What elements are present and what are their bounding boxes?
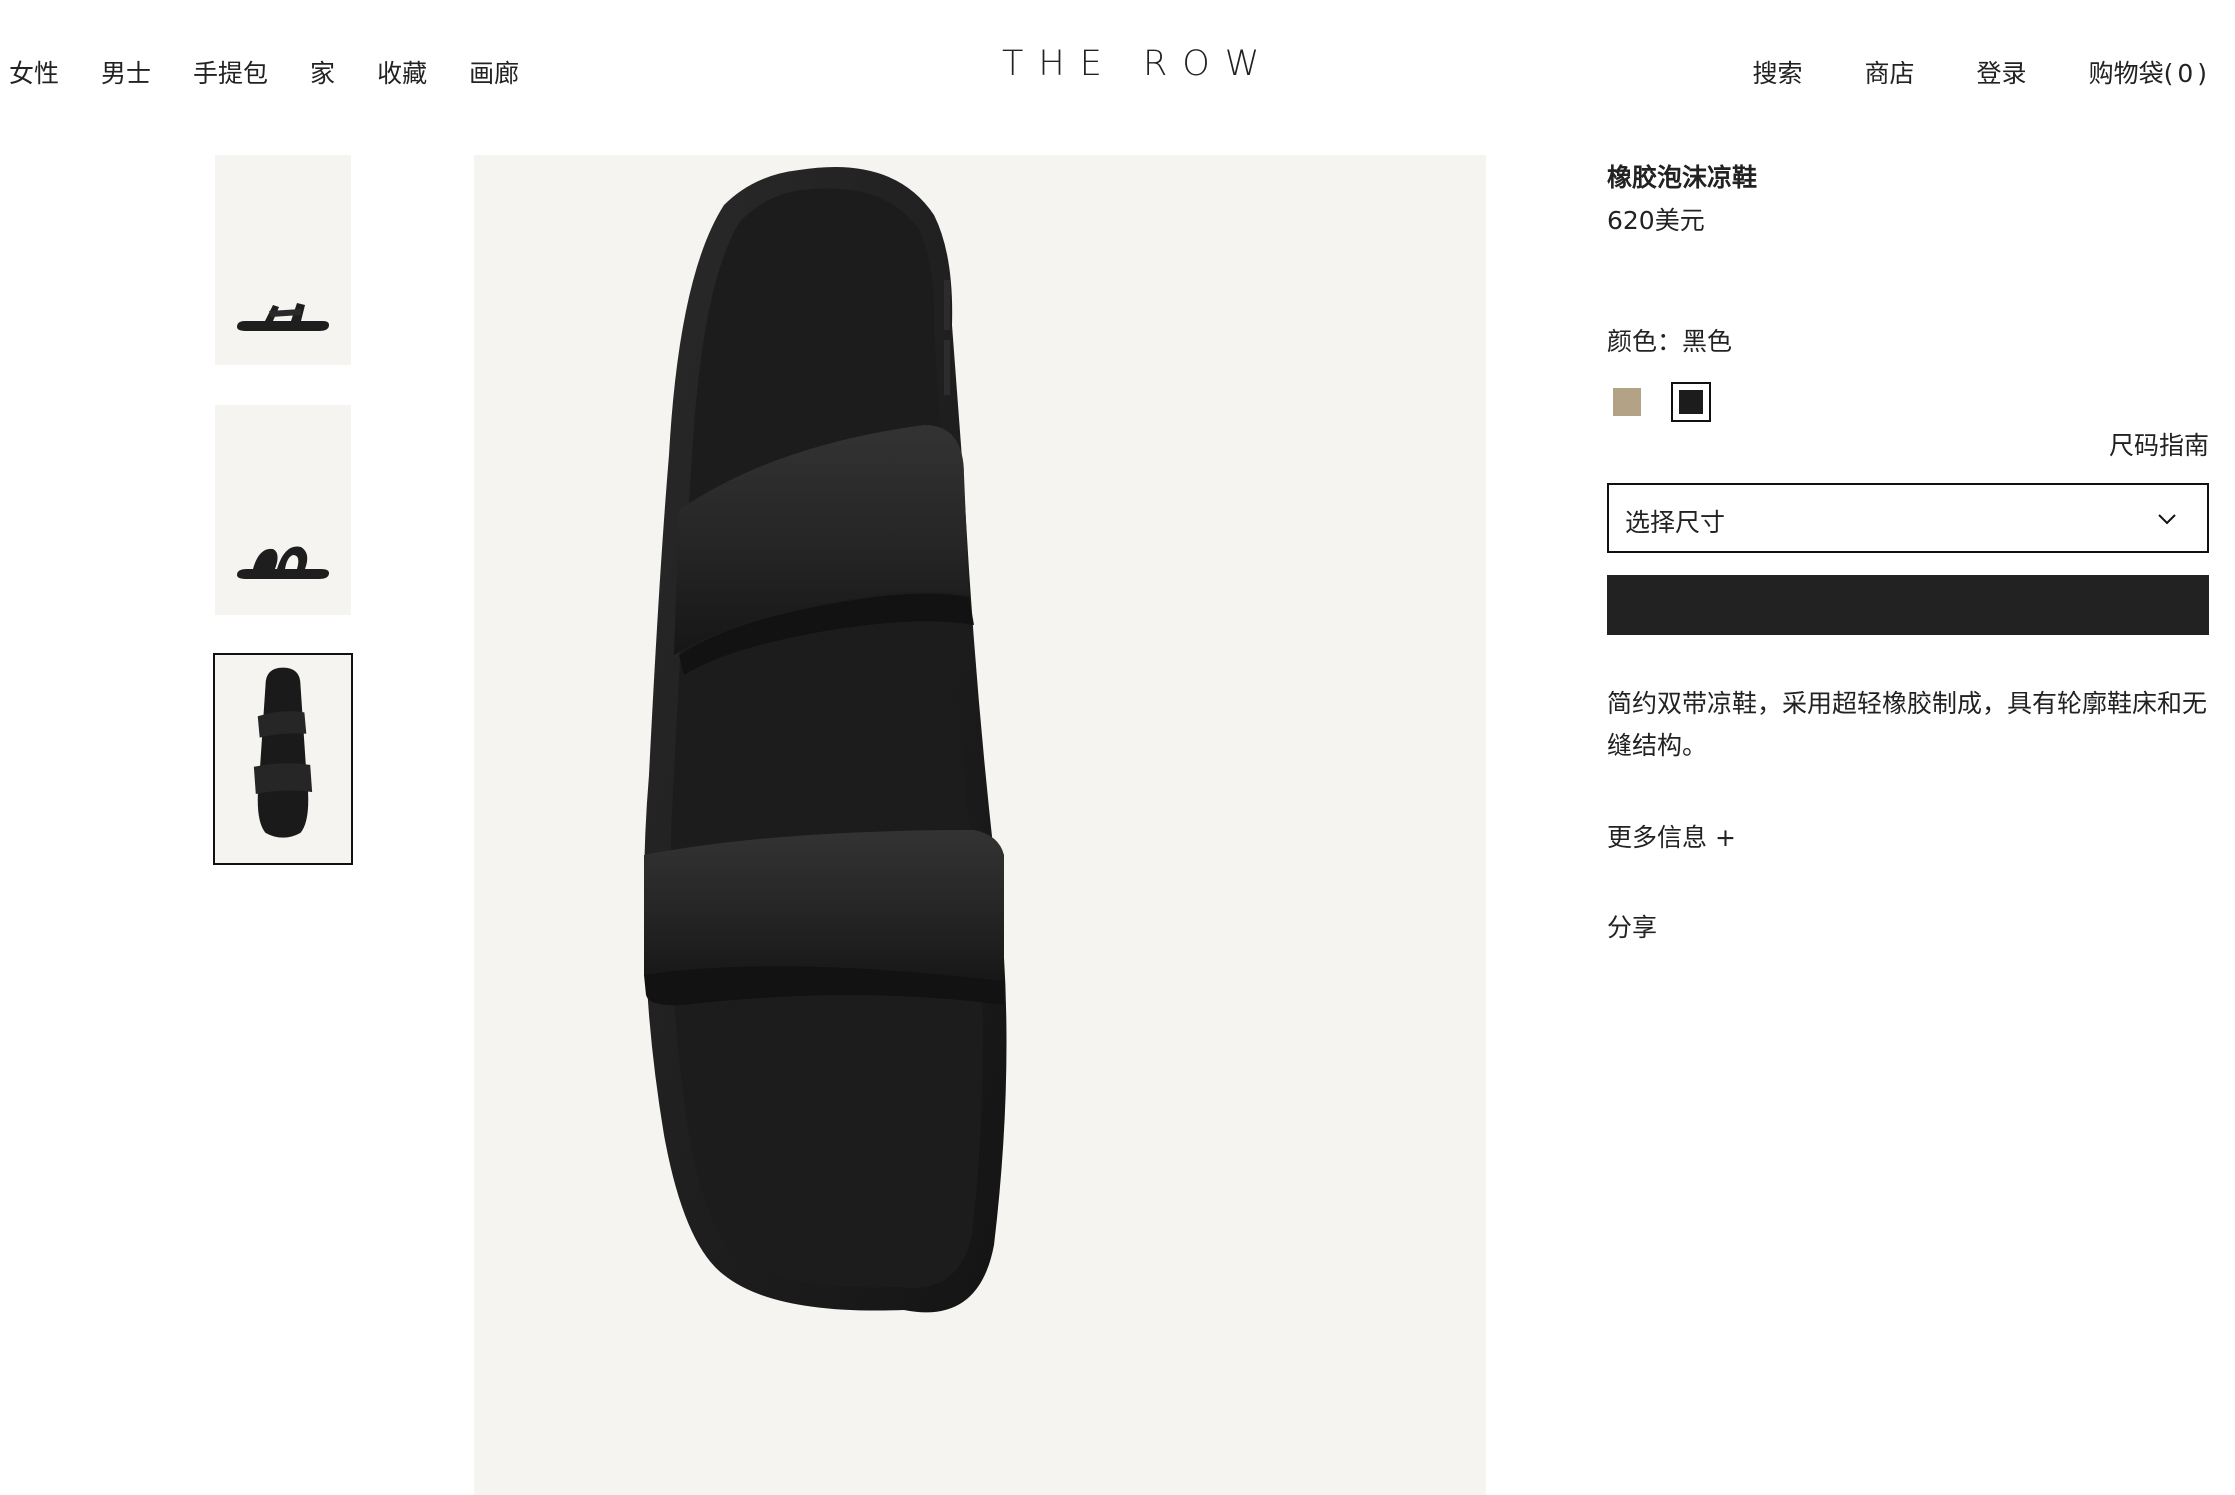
share-link[interactable]: 分享 (1607, 908, 1657, 944)
shopping-bag-link[interactable]: 购物袋(0) (2089, 54, 2211, 90)
bag-count: (0) (2163, 59, 2211, 88)
sandal-top-image (253, 667, 313, 838)
color-swatch-black[interactable] (1671, 382, 1711, 422)
size-select[interactable]: 选择尺寸 (1607, 483, 2209, 553)
swatch-tan-fill (1613, 388, 1641, 416)
add-to-bag-button[interactable] (1607, 575, 2209, 635)
nav-home[interactable]: 家 (310, 54, 335, 90)
sandal-side-image (237, 303, 329, 331)
product-description: 简约双带凉鞋，采用超轻橡胶制成，具有轮廓鞋床和无缝结构。 (1607, 689, 2208, 760)
nav-gallery[interactable]: 画廊 (469, 54, 519, 90)
shopping-bag-label: 购物袋 (2088, 59, 2164, 88)
nav-collections[interactable]: 收藏 (377, 54, 427, 90)
main-nav: 女性 男士 手提包 家 收藏 画廊 (9, 54, 561, 90)
sandal-angle-image (237, 546, 329, 579)
brand-logo[interactable]: THE ROW (1002, 44, 1274, 84)
product-main-image (474, 155, 1486, 1495)
search-link[interactable]: 搜索 (1753, 54, 1803, 90)
color-label: 颜色：黑色 (1607, 327, 1733, 356)
swatch-black-fill (1679, 390, 1703, 414)
nav-women[interactable]: 女性 (9, 54, 59, 90)
nav-men[interactable]: 男士 (101, 54, 151, 90)
utility-nav: 搜索 商店 登录 购物袋(0) (1691, 54, 2211, 90)
size-guide-link[interactable]: 尺码指南 (2109, 426, 2209, 462)
nav-handbags[interactable]: 手提包 (193, 54, 268, 90)
shop-link[interactable]: 商店 (1865, 54, 1915, 90)
more-info-toggle[interactable]: 更多信息 + (1607, 818, 1736, 854)
thumbnail-angle-view[interactable] (215, 405, 351, 615)
product-price: 620美元 (1607, 206, 1705, 235)
thumbnail-side-view[interactable] (215, 155, 351, 365)
thumbnail-top-view[interactable] (213, 653, 353, 865)
more-info-label: 更多信息 (1607, 823, 1708, 852)
login-link[interactable]: 登录 (1977, 54, 2027, 90)
sandal-top-view-image (644, 167, 1007, 1313)
color-swatch-tan[interactable] (1607, 382, 1647, 422)
chevron-down-icon (2158, 514, 2176, 525)
product-name: 橡胶泡沫凉鞋 (1607, 163, 1758, 192)
size-select-placeholder: 选择尺寸 (1625, 508, 1726, 537)
plus-icon: + (1715, 823, 1736, 852)
